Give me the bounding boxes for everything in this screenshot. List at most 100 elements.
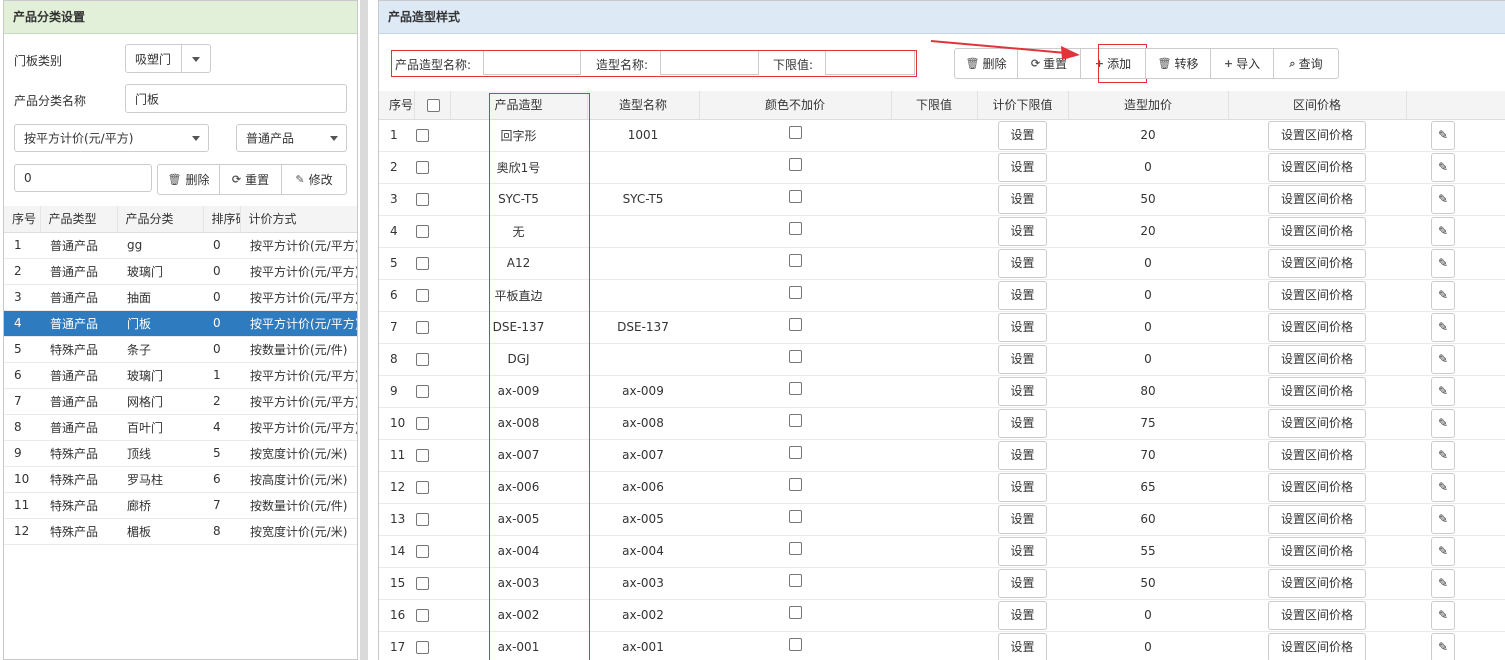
no-color-surcharge-checkbox[interactable] [699,119,891,152]
style-row[interactable]: 4 无 设置 20 设置区间价格 ✎ [379,215,1505,248]
set-range-price-button[interactable]: 设置区间价格 [1267,504,1366,534]
set-range-price-button[interactable]: 设置区间价格 [1267,472,1366,502]
style-row[interactable]: 13 ax-005 ax-005 设置 60 设置区间价格 ✎ [379,503,1505,536]
row-checkbox[interactable] [414,375,450,408]
set-range-price-button[interactable]: 设置区间价格 [1267,376,1366,406]
panel-splitter[interactable] [360,0,368,660]
edit-icon[interactable]: ✎ [1431,408,1456,438]
set-range-price-button[interactable]: 设置区间价格 [1267,632,1366,660]
style-row[interactable]: 3 SYC-T5 SYC-T5 设置 50 设置区间价格 ✎ [379,183,1505,216]
row-checkbox[interactable] [414,215,450,248]
no-color-surcharge-checkbox[interactable] [699,471,891,504]
delete-style-button[interactable]: 🗑 删除 [954,48,1018,79]
reset-style-button[interactable]: ⟳ 重置 [1017,48,1081,79]
set-button[interactable]: 设置 [998,248,1047,278]
category-row[interactable]: 12 特殊产品 楣板 8 按宽度计价(元/米) [4,518,357,545]
set-button[interactable]: 设置 [998,376,1047,406]
set-button[interactable]: 设置 [998,408,1047,438]
style-row[interactable]: 10 ax-008 ax-008 设置 75 设置区间价格 ✎ [379,407,1505,440]
query-style-button[interactable]: ⌕ 查询 [1273,48,1339,79]
set-range-price-button[interactable]: 设置区间价格 [1267,248,1366,278]
set-range-price-button[interactable]: 设置区间价格 [1267,152,1366,182]
category-row[interactable]: 5 特殊产品 条子 0 按数量计价(元/件) [4,336,357,363]
style-row[interactable]: 15 ax-003 ax-003 设置 50 设置区间价格 ✎ [379,567,1505,600]
no-color-surcharge-checkbox[interactable] [699,503,891,536]
row-checkbox[interactable] [414,247,450,280]
style-row[interactable]: 9 ax-009 ax-009 设置 80 设置区间价格 ✎ [379,375,1505,408]
row-checkbox[interactable] [414,471,450,504]
no-color-surcharge-checkbox[interactable] [699,599,891,632]
edit-icon[interactable]: ✎ [1431,344,1456,374]
set-button[interactable]: 设置 [998,568,1047,598]
set-range-price-button[interactable]: 设置区间价格 [1267,536,1366,566]
category-row[interactable]: 2 普通产品 玻璃门 0 按平方计价(元/平方) [4,258,357,285]
edit-icon[interactable]: ✎ [1431,248,1456,278]
sort-code-input[interactable]: 0 [14,164,152,192]
style-row[interactable]: 17 ax-001 ax-001 设置 0 设置区间价格 ✎ [379,631,1505,660]
modify-button[interactable]: ✎ 修改 [282,165,346,194]
edit-icon[interactable]: ✎ [1431,280,1456,310]
set-range-price-button[interactable]: 设置区间价格 [1267,120,1366,150]
set-button[interactable]: 设置 [998,312,1047,342]
row-checkbox[interactable] [414,503,450,536]
delete-button[interactable]: 🗑 删除 [158,165,220,194]
style-row[interactable]: 16 ax-002 ax-002 设置 0 设置区间价格 ✎ [379,599,1505,632]
set-range-price-button[interactable]: 设置区间价格 [1267,312,1366,342]
edit-icon[interactable]: ✎ [1431,600,1456,630]
no-color-surcharge-checkbox[interactable] [699,151,891,184]
set-button[interactable]: 设置 [998,536,1047,566]
set-range-price-button[interactable]: 设置区间价格 [1267,440,1366,470]
style-row[interactable]: 7 DSE-137 DSE-137 设置 0 设置区间价格 ✎ [379,311,1505,344]
style-row[interactable]: 14 ax-004 ax-004 设置 55 设置区间价格 ✎ [379,535,1505,568]
no-color-surcharge-checkbox[interactable] [699,375,891,408]
row-checkbox[interactable] [414,311,450,344]
door-type-select[interactable]: 吸塑门 [125,44,211,73]
style-row[interactable]: 1 回字形 1001 设置 20 设置区间价格 ✎ [379,119,1505,152]
no-color-surcharge-checkbox[interactable] [699,215,891,248]
category-row[interactable]: 4 普通产品 门板 0 按平方计价(元/平方) [4,310,357,337]
row-checkbox[interactable] [414,535,450,568]
edit-icon[interactable]: ✎ [1431,120,1456,150]
row-checkbox[interactable] [414,439,450,472]
category-row[interactable]: 9 特殊产品 顶线 5 按宽度计价(元/米) [4,440,357,467]
category-row[interactable]: 6 普通产品 玻璃门 1 按平方计价(元/平方) [4,362,357,389]
set-button[interactable]: 设置 [998,440,1047,470]
edit-icon[interactable]: ✎ [1431,632,1456,660]
row-checkbox[interactable] [414,119,450,152]
reset-button[interactable]: ⟳ 重置 [220,165,282,194]
category-row[interactable]: 11 特殊产品 廊桥 7 按数量计价(元/件) [4,492,357,519]
move-style-button[interactable]: 🗑 转移 [1145,48,1211,79]
set-button[interactable]: 设置 [998,152,1047,182]
set-range-price-button[interactable]: 设置区间价格 [1267,568,1366,598]
no-color-surcharge-checkbox[interactable] [699,279,891,312]
set-range-price-button[interactable]: 设置区间价格 [1267,184,1366,214]
select-all-checkbox[interactable] [414,91,451,120]
set-range-price-button[interactable]: 设置区间价格 [1267,280,1366,310]
set-button[interactable]: 设置 [998,632,1047,660]
edit-icon[interactable]: ✎ [1431,152,1456,182]
import-style-button[interactable]: + 导入 [1210,48,1274,79]
category-row[interactable]: 1 普通产品 gg 0 按平方计价(元/平方) [4,232,357,259]
no-color-surcharge-checkbox[interactable] [699,567,891,600]
no-color-surcharge-checkbox[interactable] [699,247,891,280]
set-button[interactable]: 设置 [998,472,1047,502]
style-row[interactable]: 11 ax-007 ax-007 设置 70 设置区间价格 ✎ [379,439,1505,472]
category-row[interactable]: 10 特殊产品 罗马柱 6 按高度计价(元/米) [4,466,357,493]
edit-icon[interactable]: ✎ [1431,568,1456,598]
no-color-surcharge-checkbox[interactable] [699,535,891,568]
set-range-price-button[interactable]: 设置区间价格 [1267,216,1366,246]
pricing-method-select[interactable]: 按平方计价(元/平方) [14,124,209,152]
no-color-surcharge-checkbox[interactable] [699,407,891,440]
row-checkbox[interactable] [414,279,450,312]
style-row[interactable]: 8 DGJ 设置 0 设置区间价格 ✎ [379,343,1505,376]
edit-icon[interactable]: ✎ [1431,536,1456,566]
no-color-surcharge-checkbox[interactable] [699,439,891,472]
set-button[interactable]: 设置 [998,600,1047,630]
row-checkbox[interactable] [414,151,450,184]
style-row[interactable]: 2 奥欣1号 设置 0 设置区间价格 ✎ [379,151,1505,184]
no-color-surcharge-checkbox[interactable] [699,631,891,660]
style-row[interactable]: 6 平板直边 设置 0 设置区间价格 ✎ [379,279,1505,312]
edit-icon[interactable]: ✎ [1431,376,1456,406]
style-row[interactable]: 12 ax-006 ax-006 设置 65 设置区间价格 ✎ [379,471,1505,504]
no-color-surcharge-checkbox[interactable] [699,343,891,376]
